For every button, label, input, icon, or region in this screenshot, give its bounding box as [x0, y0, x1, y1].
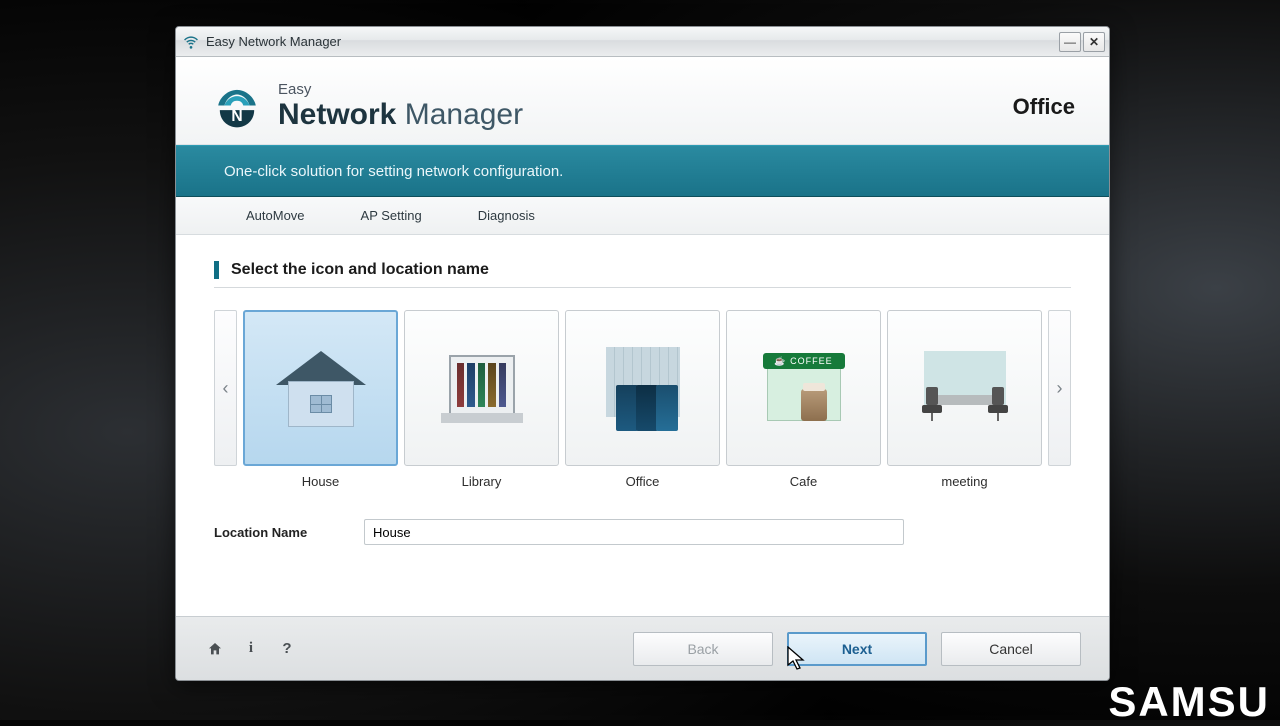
brand-watermark: SAMSU: [1108, 678, 1270, 726]
card-label: Cafe: [790, 474, 817, 489]
current-location: Office: [1013, 94, 1081, 120]
location-name-row: Location Name: [214, 519, 1071, 545]
logo-title: Network Manager: [278, 98, 523, 132]
card-label: Office: [626, 474, 660, 489]
svg-text:N: N: [231, 108, 242, 125]
window-title: Easy Network Manager: [206, 34, 341, 49]
next-button[interactable]: Next: [787, 632, 927, 666]
card-label: meeting: [941, 474, 987, 489]
location-name-input[interactable]: [364, 519, 904, 545]
back-button[interactable]: Back: [633, 632, 773, 666]
icon-carousel: ‹ House: [214, 310, 1071, 489]
cafe-icon: ☕ COFFEE: [749, 333, 859, 443]
section-title: Select the icon and location name: [214, 261, 1071, 279]
library-icon: [427, 333, 537, 443]
titlebar[interactable]: Easy Network Manager — ✕: [176, 27, 1109, 57]
home-icon[interactable]: [204, 638, 226, 660]
tab-diagnosis[interactable]: Diagnosis: [478, 208, 535, 223]
location-name-label: Location Name: [214, 525, 334, 540]
header: N Easy Network Manager Office: [176, 57, 1109, 145]
carousel-prev[interactable]: ‹: [214, 310, 237, 466]
tab-automove[interactable]: AutoMove: [246, 208, 305, 223]
tile-meeting[interactable]: [887, 310, 1042, 466]
minimize-button[interactable]: —: [1059, 32, 1081, 52]
footer: i ? Back Next Cancel: [176, 616, 1109, 680]
card-house: House: [243, 310, 398, 489]
main: Select the icon and location name ‹ Hous…: [176, 235, 1109, 616]
card-label: House: [302, 474, 340, 489]
meeting-icon: [910, 333, 1020, 443]
tab-ap-setting[interactable]: AP Setting: [361, 208, 422, 223]
tile-cafe[interactable]: ☕ COFFEE: [726, 310, 881, 466]
house-icon: [266, 333, 376, 443]
close-button[interactable]: ✕: [1083, 32, 1105, 52]
tagline: One-click solution for setting network c…: [176, 145, 1109, 197]
application-window: Easy Network Manager — ✕ N Easy Network …: [175, 26, 1110, 681]
card-meeting: meeting: [887, 310, 1042, 489]
card-label: Library: [462, 474, 502, 489]
info-icon[interactable]: i: [240, 638, 262, 660]
app-logo-icon: N: [212, 82, 262, 132]
tabs: AutoMove AP Setting Diagnosis: [176, 197, 1109, 235]
office-icon: [588, 333, 698, 443]
cancel-button[interactable]: Cancel: [941, 632, 1081, 666]
wifi-icon: [182, 33, 200, 51]
logo-easy: Easy: [278, 81, 523, 98]
card-cafe: ☕ COFFEE Cafe: [726, 310, 881, 489]
tile-library[interactable]: [404, 310, 559, 466]
help-icon[interactable]: ?: [276, 638, 298, 660]
card-library: Library: [404, 310, 559, 489]
tile-house[interactable]: [243, 310, 398, 466]
carousel-next[interactable]: ›: [1048, 310, 1071, 466]
card-office: Office: [565, 310, 720, 489]
divider: [214, 287, 1071, 288]
tile-office[interactable]: [565, 310, 720, 466]
